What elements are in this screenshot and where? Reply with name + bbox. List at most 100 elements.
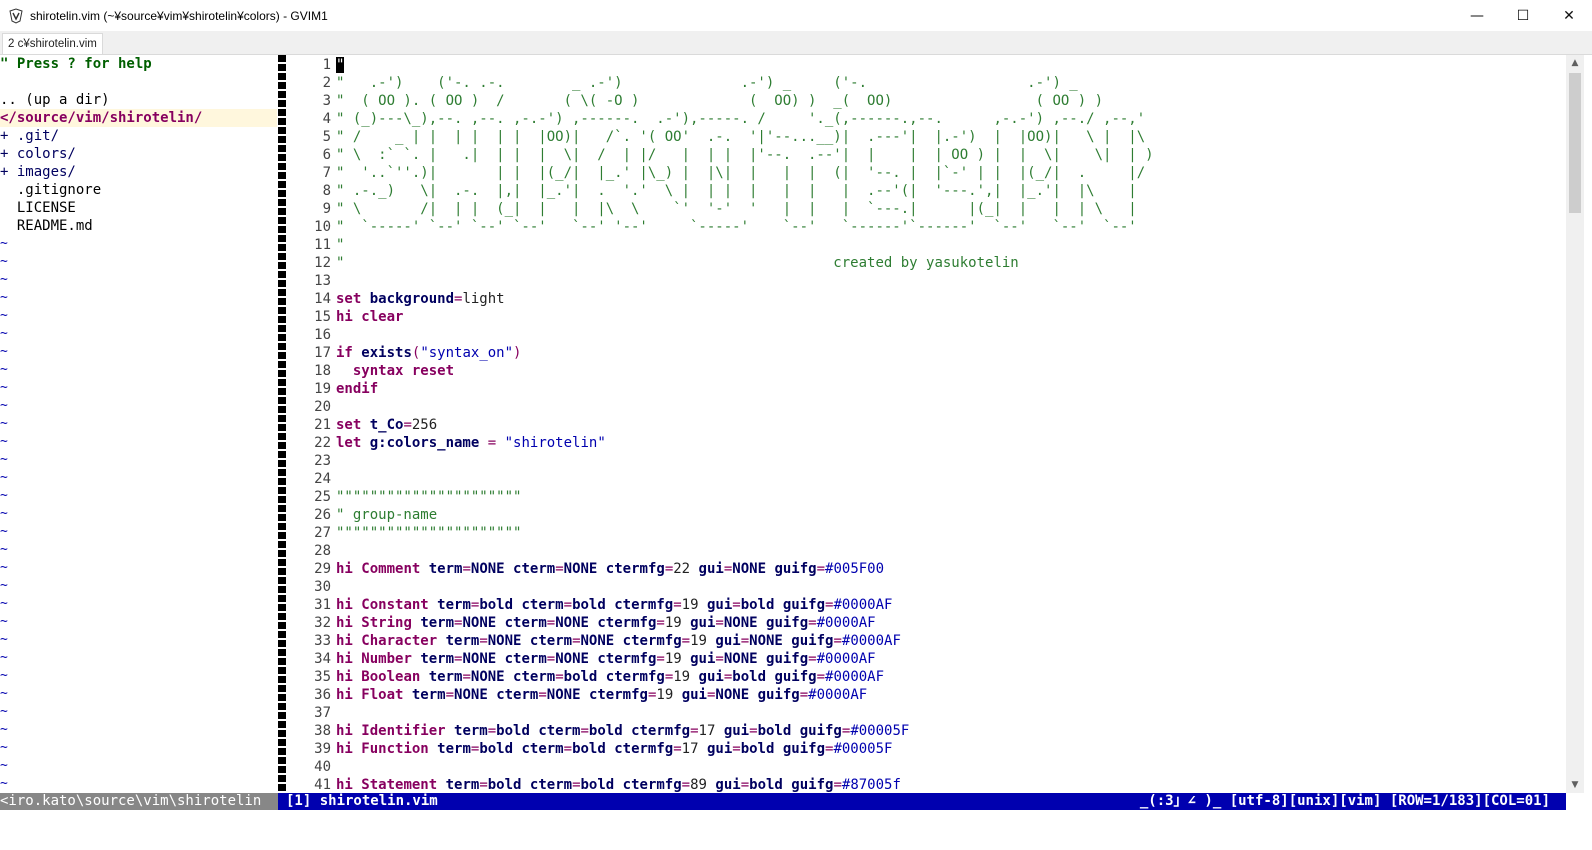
nerdtree-dir-colors[interactable]: + colors/ — [0, 145, 76, 163]
code-line[interactable]: 16 — [287, 326, 336, 344]
code-line[interactable]: 18 syntax reset — [287, 362, 454, 380]
scrollbar-thumb[interactable] — [1569, 73, 1581, 213]
tab-line: 2 c¥shirotelin.vim — [0, 31, 1592, 55]
code-token: 19 — [664, 651, 691, 667]
code-token: NONE — [462, 651, 505, 667]
nerdtree-file-license[interactable]: LICENSE — [0, 199, 76, 217]
code-token: NONE — [470, 561, 514, 577]
code-line[interactable]: 34 hi Number term=NONE cterm=NONE ctermfg… — [287, 650, 875, 668]
code-line[interactable]: 40 — [287, 758, 336, 776]
code-line[interactable]: 8 " .-._) \| .-. |,| |_.'| . '.' \ | | | … — [287, 182, 1137, 200]
code-token: term — [411, 687, 446, 703]
vertical-split-divider[interactable] — [278, 55, 286, 793]
code-token: term — [437, 597, 471, 613]
code-token: NONE — [470, 669, 514, 685]
code-line[interactable]: 17 if exists("syntax_on") — [287, 344, 521, 362]
code-line[interactable]: 39 hi Function term=bold cterm=bold cterm… — [287, 740, 892, 758]
code-line[interactable]: 33 hi Character term=NONE cterm=NONE cter… — [287, 632, 901, 650]
nerdtree-file-readme[interactable]: README.md — [0, 217, 93, 235]
code-token: term — [428, 561, 463, 577]
code-line[interactable]: 7 " '..`''.)| | | |(_/| |_.' |\_) | |\| |… — [287, 164, 1146, 182]
code-token: bold — [740, 597, 783, 613]
nerdtree-dir-images[interactable]: + images/ — [0, 163, 76, 181]
code-line[interactable]: 37 — [287, 704, 336, 722]
code-token: " \ :` `. | .| | | | \| / | |/ | | | |'-… — [336, 147, 1154, 163]
code-line[interactable]: 19 endif — [287, 380, 378, 398]
code-line[interactable]: 4 " (_)---\_),--. ,--. ,-.-') ,------. .-… — [287, 110, 1146, 128]
code-token: hi — [336, 651, 362, 667]
code-token: gui — [715, 633, 741, 649]
code-line[interactable]: 11 " — [287, 236, 344, 254]
line-number: 4 — [322, 111, 331, 127]
code-line[interactable]: 21 set t_Co=256 — [287, 416, 437, 434]
code-line[interactable]: 30 — [287, 578, 336, 596]
code-line[interactable]: 10 " `-----' `--' `--' `--' `--' '--' `--… — [287, 218, 1137, 236]
code-line[interactable]: 26 " group-name — [287, 506, 437, 524]
scroll-down-arrow-icon[interactable]: ▼ — [1566, 777, 1584, 793]
code-line[interactable]: 1 " — [287, 56, 345, 74]
code-token: Character — [361, 633, 446, 649]
code-line[interactable]: 13 — [287, 272, 336, 290]
code-line[interactable]: 6 " \ :` `. | .| | | | \| / | |/ | | | |'… — [287, 146, 1154, 164]
code-line[interactable]: 27 """""""""""""""""""""" — [287, 524, 521, 542]
empty-line-tilde: ~ — [0, 632, 8, 647]
code-line[interactable]: 23 — [287, 452, 336, 470]
code-line[interactable]: 28 — [287, 542, 336, 560]
nerdtree-dir-git[interactable]: + .git/ — [0, 127, 59, 145]
code-token: " ( OO ). ( OO ) / ( \( -O ) ( OO) ) _( … — [336, 93, 1104, 109]
code-line[interactable]: 3 " ( OO ). ( OO ) / ( \( -O ) ( OO) ) _(… — [287, 92, 1103, 110]
nerdtree-root-dir[interactable]: </source/vim/shirotelin/ — [0, 109, 277, 127]
code-line[interactable]: 29 hi Comment term=NONE cterm=NONE ctermf… — [287, 560, 884, 578]
code-line[interactable]: 24 — [287, 470, 336, 488]
empty-line-tilde: ~ — [0, 362, 8, 377]
code-line[interactable]: 14 set background=light — [287, 290, 504, 308]
code-token: #00005F — [833, 741, 893, 757]
code-token: cterm — [504, 651, 547, 667]
close-button[interactable]: ✕ — [1546, 0, 1592, 31]
empty-line-tilde: ~ — [0, 650, 8, 665]
scroll-up-arrow-icon[interactable]: ▲ — [1566, 55, 1584, 71]
code-line[interactable]: 9 " \ /| | | (_| | | |\ \ `' '-' ' | | | … — [287, 200, 1137, 218]
code-token: guifg — [766, 615, 809, 631]
code-token: " — [336, 237, 345, 253]
code-line[interactable]: 20 — [287, 398, 336, 416]
code-token: gui — [698, 561, 724, 577]
maximize-button[interactable]: ☐ — [1500, 0, 1546, 31]
gvim-app-icon[interactable] — [8, 7, 24, 24]
code-line[interactable]: 2 " .-') ('-. .-. _ .-') .-') _ ('-. .-')… — [287, 74, 1078, 92]
tab-shirotelin-vim[interactable]: 2 c¥shirotelin.vim — [2, 33, 103, 54]
line-number: 30 — [314, 579, 331, 595]
code-line[interactable]: 22 let g:colors_name = "shirotelin" — [287, 434, 606, 452]
code-token: hi — [336, 669, 362, 685]
code-line[interactable]: 38 hi Identifier term=bold cterm=bold cte… — [287, 722, 909, 740]
line-number: 26 — [314, 507, 331, 523]
code-token: = — [690, 723, 699, 739]
empty-line-tilde: ~ — [0, 758, 8, 773]
code-token: = — [572, 633, 581, 649]
code-line[interactable]: 35 hi Boolean term=NONE cterm=bold ctermf… — [287, 668, 884, 686]
editor-scrollbar[interactable]: ▲ ▼ — [1566, 55, 1584, 793]
code-line[interactable]: 25 """""""""""""""""""""" — [287, 488, 521, 506]
command-line[interactable] — [0, 810, 1592, 850]
code-line[interactable]: 32 hi String term=NONE cterm=NONE ctermfg… — [287, 614, 875, 632]
code-token: bold — [572, 597, 615, 613]
nerdtree-file-gitignore[interactable]: .gitignore — [0, 181, 101, 199]
code-token: guifg — [774, 669, 817, 685]
nerdtree-pane[interactable]: " Press ? for help .. (up a dir) </sourc… — [0, 55, 277, 793]
code-token: t_Co — [369, 417, 404, 433]
editor-buffer[interactable]: 1 " 2 " .-') ('-. .-. _ .-') .-') _ ('-. .-… — [287, 55, 1563, 793]
code-line[interactable]: 5 " / _ | | | | | | |OO)| /`. '( OO' .-. … — [287, 128, 1146, 146]
code-line[interactable]: 36 hi Float term=NONE cterm=NONE ctermfg=… — [287, 686, 867, 704]
code-line[interactable]: 41 hi Statement term=bold cterm=bold cter… — [287, 776, 901, 793]
code-token: bold — [563, 669, 606, 685]
nerdtree-up-dir[interactable]: .. (up a dir) — [0, 91, 110, 109]
code-token: = — [799, 687, 809, 703]
code-token: " group-name — [336, 507, 438, 523]
code-token: bold — [588, 723, 632, 739]
code-line[interactable]: 31 hi Constant term=bold cterm=bold cterm… — [287, 596, 892, 614]
minimize-button[interactable]: — — [1454, 0, 1500, 31]
code-line[interactable]: 12 " created by yasukotelin — [287, 254, 1019, 272]
code-line[interactable]: 15 hi clear — [287, 308, 403, 326]
code-token: " created by yasukotelin — [336, 255, 1019, 271]
code-token: = — [555, 669, 564, 685]
